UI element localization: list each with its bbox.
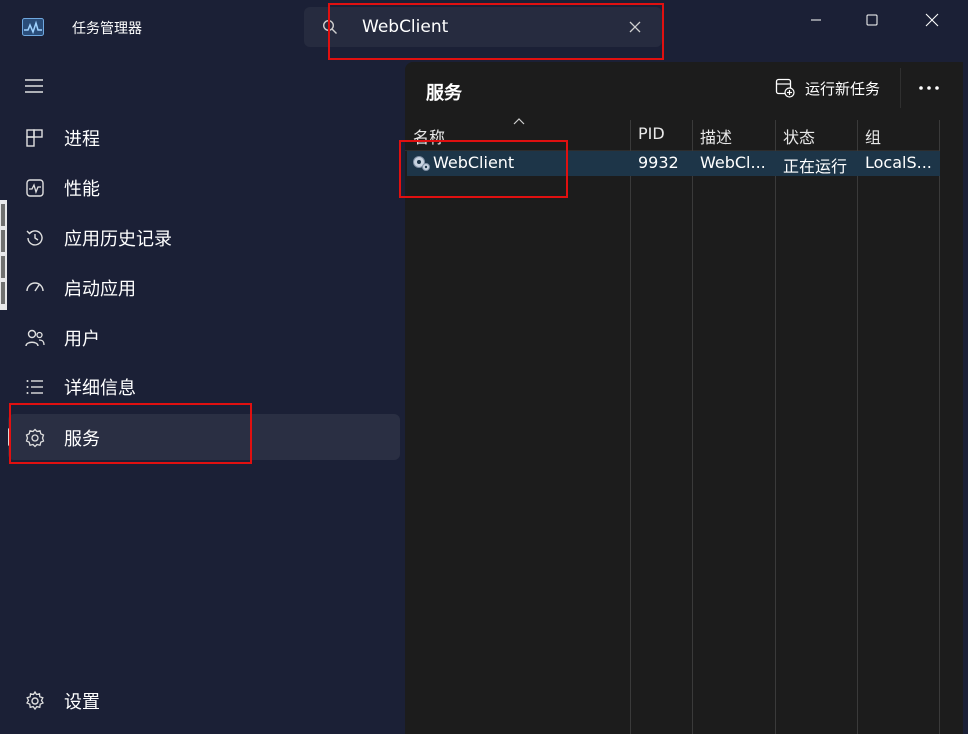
column-divider bbox=[630, 120, 631, 734]
column-header-group[interactable]: 组 bbox=[857, 120, 939, 150]
column-divider bbox=[775, 120, 776, 734]
settings-label: 设置 bbox=[64, 692, 100, 713]
services-table: 名称 PID 描述 状态 组 WebClient 9932 WebCl... 正… bbox=[405, 118, 963, 734]
users-icon bbox=[25, 329, 45, 347]
sidebar-item-label: 进程 bbox=[64, 129, 100, 150]
startup-apps-icon bbox=[26, 282, 44, 292]
close-button[interactable] bbox=[910, 6, 954, 34]
sidebar-item-label: 应用历史记录 bbox=[64, 229, 172, 250]
minimize-button[interactable] bbox=[794, 6, 838, 34]
maximize-button[interactable] bbox=[850, 6, 894, 34]
page-title: 服务 bbox=[426, 83, 462, 104]
app-history-icon bbox=[26, 230, 43, 246]
table-row[interactable]: WebClient 9932 WebCl... 正在运行 LocalS... bbox=[407, 151, 940, 176]
search-box[interactable] bbox=[304, 7, 662, 47]
app-title: 任务管理器 bbox=[72, 21, 142, 37]
sidebar-item-label: 详细信息 bbox=[64, 378, 136, 399]
run-new-task-icon bbox=[775, 78, 795, 98]
sidebar-item-settings[interactable]: 设置 bbox=[8, 677, 400, 723]
sidebar: 进程 性能 应用历史记录 启动应用 用户 详细信息 服务 设置 bbox=[8, 62, 404, 734]
sidebar-item-performance[interactable]: 性能 bbox=[8, 164, 400, 210]
more-options-icon bbox=[919, 86, 939, 90]
column-divider bbox=[939, 120, 940, 734]
column-header-description[interactable]: 描述 bbox=[692, 120, 775, 150]
title-bar: 任务管理器 bbox=[0, 0, 968, 56]
clear-search-icon[interactable] bbox=[628, 20, 642, 34]
sidebar-item-label: 服务 bbox=[64, 429, 100, 450]
close-icon bbox=[925, 13, 939, 27]
service-group: LocalS... bbox=[865, 153, 932, 172]
sidebar-item-users[interactable]: 用户 bbox=[8, 314, 400, 360]
run-new-task-label: 运行新任务 bbox=[805, 79, 881, 98]
column-header-status[interactable]: 状态 bbox=[775, 120, 857, 150]
sidebar-item-details[interactable]: 详细信息 bbox=[8, 363, 400, 409]
column-divider bbox=[692, 120, 693, 734]
background-window-edge bbox=[0, 200, 7, 310]
sidebar-item-startup-apps[interactable]: 启动应用 bbox=[8, 264, 400, 310]
hamburger-menu-icon[interactable] bbox=[24, 78, 44, 94]
maximize-icon bbox=[866, 14, 878, 26]
service-name: WebClient bbox=[433, 153, 515, 172]
service-pid: 9932 bbox=[638, 153, 679, 172]
service-status: 正在运行 bbox=[783, 157, 848, 176]
search-icon bbox=[322, 19, 337, 34]
column-header-name[interactable]: 名称 bbox=[405, 120, 630, 150]
search-input[interactable] bbox=[362, 13, 612, 41]
more-options-button[interactable] bbox=[915, 76, 943, 100]
performance-icon bbox=[26, 179, 44, 197]
run-new-task-button[interactable]: 运行新任务 bbox=[775, 76, 880, 100]
settings-gear-icon bbox=[26, 690, 44, 711]
service-description: WebCl... bbox=[700, 153, 766, 172]
toolbar-divider bbox=[900, 68, 901, 108]
sidebar-item-services[interactable]: 服务 bbox=[8, 414, 400, 460]
column-header-pid[interactable]: PID bbox=[630, 120, 692, 150]
minimize-icon bbox=[811, 19, 821, 21]
sidebar-item-processes[interactable]: 进程 bbox=[8, 114, 400, 160]
column-divider bbox=[857, 120, 858, 734]
processes-icon bbox=[26, 129, 43, 147]
service-gears-icon bbox=[413, 156, 430, 171]
services-panel: 服务 运行新任务 名称 PID 描述 状态 组 WebClient 9932 W… bbox=[405, 62, 963, 734]
details-icon bbox=[26, 380, 43, 394]
active-indicator bbox=[8, 428, 11, 446]
sidebar-item-label: 启动应用 bbox=[64, 279, 136, 300]
task-manager-app-icon bbox=[22, 18, 44, 36]
sidebar-item-label: 用户 bbox=[64, 329, 100, 350]
task-manager-window: 任务管理器 WebClient 进程 性能 应用历史记录 启动应用 用户 详细信… bbox=[0, 0, 968, 734]
sidebar-item-app-history[interactable]: 应用历史记录 bbox=[8, 214, 400, 260]
services-icon bbox=[25, 428, 45, 448]
sidebar-item-label: 性能 bbox=[64, 179, 100, 200]
